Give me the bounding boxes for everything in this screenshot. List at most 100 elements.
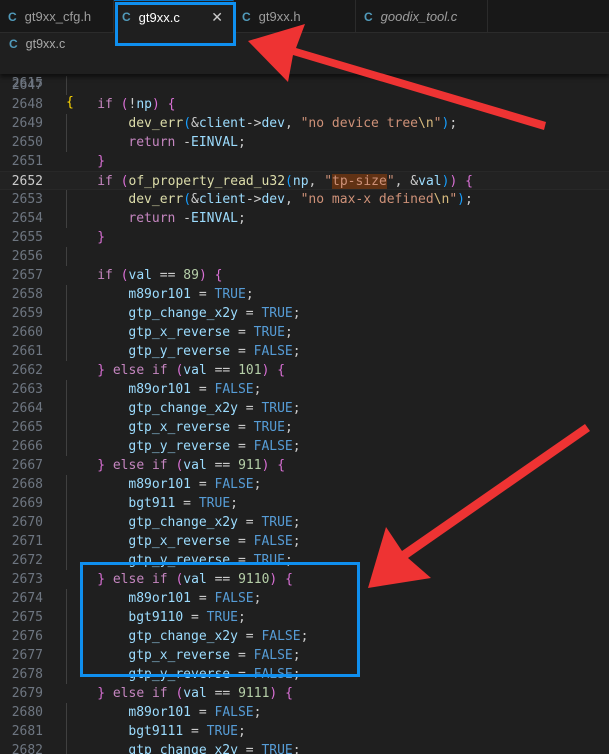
line-number: 2615 — [11, 76, 43, 91]
indent-guide — [66, 437, 67, 456]
code-line[interactable]: 2655} — [0, 228, 609, 247]
code-token: ) — [198, 268, 207, 283]
indent-guide — [66, 418, 67, 437]
code-line[interactable]: 2658 m89or101 = TRUE; — [0, 285, 609, 304]
code-line[interactable]: 2647 — [0, 76, 609, 95]
code-text: bgt9111 = TRUE; — [128, 722, 245, 741]
code-token: dev — [261, 192, 285, 207]
code-line[interactable]: 2676 gtp_change_x2y = FALSE; — [0, 627, 609, 646]
line-number: 2664 — [11, 401, 43, 416]
code-token: = — [237, 515, 262, 530]
line-number: 2654 — [11, 211, 43, 226]
indent-guide — [66, 741, 67, 754]
line-number: 2666 — [11, 439, 43, 454]
line-number: 2679 — [11, 686, 43, 701]
indent-guide — [66, 494, 67, 513]
code-token: = — [191, 287, 215, 302]
tab-label: gt9xx.h — [258, 9, 301, 24]
code-line[interactable]: 2673} else if (val == 9110) { — [0, 570, 609, 589]
code-token: = — [230, 344, 254, 359]
code-token: = — [237, 743, 262, 754]
tab-gt9xx-h[interactable]: C gt9xx.h — [234, 0, 356, 33]
line-number: 2668 — [11, 477, 43, 492]
code-line[interactable]: 2667} else if (val == 911) { — [0, 456, 609, 475]
code-token: ; — [292, 534, 301, 549]
line-number: 2653 — [11, 192, 43, 207]
tab-gt9xx-c[interactable]: C gt9xx.c ✕ — [114, 0, 234, 33]
code-token: ; — [237, 610, 246, 625]
close-icon[interactable]: ✕ — [211, 9, 223, 26]
code-token: bgt911 — [128, 496, 176, 511]
code-line[interactable]: 2660 gtp_x_reverse = TRUE; — [0, 323, 609, 342]
code-text: gtp_x_reverse = FALSE; — [128, 532, 300, 551]
code-token: of_property_read_u32 — [128, 174, 286, 189]
code-text: } else if (val == 9111) { — [97, 684, 293, 703]
code-line[interactable]: 2663 m89or101 = FALSE; — [0, 380, 609, 399]
breadcrumb[interactable]: C gt9xx.c — [0, 33, 609, 55]
code-token: 101 — [238, 363, 262, 378]
indent-guide — [66, 209, 67, 228]
code-token: m89or101 — [128, 477, 192, 492]
code-line[interactable]: 2659 gtp_change_x2y = TRUE; — [0, 304, 609, 323]
breadcrumb-file[interactable]: gt9xx.c — [26, 37, 66, 51]
code-token: == — [206, 572, 239, 587]
code-token: ; — [292, 667, 301, 682]
tab-gt9xx-cfg-h[interactable]: C gt9xx_cfg.h — [0, 0, 114, 33]
code-line[interactable]: 2654 return -EINVAL; — [0, 209, 609, 228]
code-line[interactable]: 2680 m89or101 = FALSE; — [0, 703, 609, 722]
code-line[interactable]: 2666 gtp_y_reverse = FALSE; — [0, 437, 609, 456]
code-line[interactable]: 2650 return -EINVAL; — [0, 133, 609, 152]
code-line[interactable]: 2656 — [0, 247, 609, 266]
code-line[interactable]: 2668 m89or101 = FALSE; — [0, 475, 609, 494]
code-line[interactable]: 2672 gtp_y_reverse = TRUE; — [0, 551, 609, 570]
code-text: dev_err(&client->dev, "no max-x defined\… — [128, 190, 472, 209]
code-token: ; — [230, 496, 238, 511]
code-line[interactable]: 2651} — [0, 152, 609, 171]
code-token: gtp_x_reverse — [128, 534, 231, 549]
code-token: FALSE — [214, 477, 254, 492]
code-line[interactable]: 2679 } else if (val == 9111) { — [0, 684, 609, 703]
code-line[interactable]: 2665 gtp_x_reverse = TRUE; — [0, 418, 609, 437]
code-line[interactable]: 2682 gtp_change_x2y = TRUE; — [0, 741, 609, 754]
code-line[interactable]: 2657 if (val == 89) { — [0, 266, 609, 285]
code-line[interactable]: 2675 bgt9110 = TRUE; — [0, 608, 609, 627]
code-token: dev_err — [128, 192, 184, 207]
sticky-scroll-line[interactable]: 2615 { — [0, 55, 609, 110]
code-token: val — [128, 268, 152, 283]
code-token: FALSE — [253, 667, 293, 682]
code-line[interactable]: 2648 if (!np) { — [0, 95, 609, 114]
indent-guide — [66, 323, 67, 342]
code-text: m89or101 = FALSE; — [128, 703, 261, 722]
code-line[interactable]: 2670 gtp_change_x2y = TRUE; — [0, 513, 609, 532]
code-line[interactable]: 2649 dev_err(&client->dev, "no device tre… — [0, 114, 609, 133]
code-line[interactable]: 2674 m89or101 = FALSE; — [0, 589, 609, 608]
code-line[interactable]: 2677 gtp_x_reverse = FALSE; — [0, 646, 609, 665]
code-text: gtp_x_reverse = TRUE; — [128, 418, 292, 437]
code-token: gtp_y_reverse — [128, 667, 231, 682]
code-token: dev — [261, 116, 285, 131]
code-token: client — [198, 192, 246, 207]
code-token: val — [183, 572, 207, 587]
code-line[interactable]: 2664 gtp_change_x2y = TRUE; — [0, 399, 609, 418]
code-token: ( — [285, 174, 293, 189]
code-line[interactable]: 2681 bgt9111 = TRUE; — [0, 722, 609, 741]
code-line[interactable]: 2653 dev_err(&client->dev, "no max-x defi… — [0, 190, 609, 209]
code-token: TRUE — [253, 553, 285, 568]
code-text: gtp_x_reverse = FALSE; — [128, 646, 300, 665]
code-line[interactable]: 2652 if (of_property_read_u32(np, "tp-siz… — [0, 171, 609, 190]
code-line[interactable]: 2671 gtp_x_reverse = FALSE; — [0, 532, 609, 551]
code-token: if — [97, 174, 113, 189]
tab-goodix-tool-c[interactable]: C goodix_tool.c — [356, 0, 488, 33]
code-line[interactable]: 2662} else if (val == 101) { — [0, 361, 609, 380]
code-line[interactable]: 2678 gtp_y_reverse = FALSE; — [0, 665, 609, 684]
code-editor[interactable]: 2615 { 2647 2648 if (!np) {2649 dev_err(&cl… — [0, 55, 609, 754]
code-line[interactable]: 2669 bgt911 = TRUE; — [0, 494, 609, 513]
code-token: == — [206, 458, 239, 473]
code-token: else — [112, 458, 145, 473]
code-line[interactable]: 2661 gtp_y_reverse = FALSE; — [0, 342, 609, 361]
